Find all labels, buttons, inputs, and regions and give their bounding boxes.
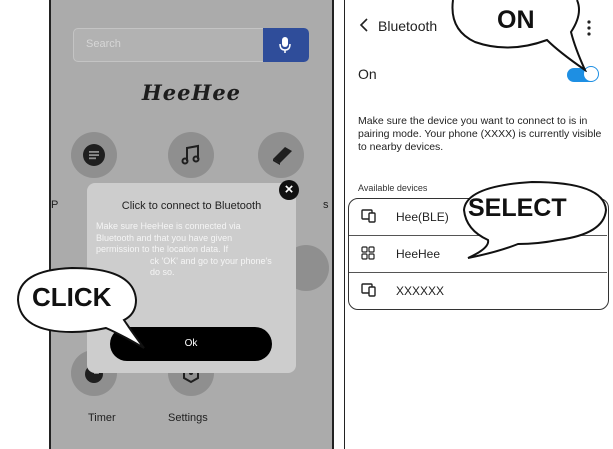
music-note-icon xyxy=(181,144,200,165)
phone-device-icon xyxy=(361,209,376,223)
menu-label-settings: Settings xyxy=(168,412,208,424)
on-callout-text: ON xyxy=(497,6,535,34)
search-input[interactable]: Search xyxy=(86,38,121,50)
stories-app-button[interactable] xyxy=(258,132,304,178)
device-name: XXXXXX xyxy=(396,284,445,298)
search-bar[interactable]: Search xyxy=(73,28,309,62)
left-phone-screen: Search HeeHee P s Timer Settings Click t… xyxy=(49,0,334,449)
brand-logo: HeeHee xyxy=(141,80,242,105)
dialog-line: permission to the location data. If xyxy=(96,244,229,254)
microphone-icon xyxy=(279,37,291,53)
back-chevron-icon[interactable] xyxy=(359,17,369,33)
click-callout-text: CLICK xyxy=(32,282,112,312)
close-icon: × xyxy=(284,181,294,198)
grid-device-icon xyxy=(361,246,375,260)
device-name: Hee(BLE) xyxy=(396,210,449,224)
device-name: HeeHee xyxy=(396,247,441,261)
available-devices-label: Available devices xyxy=(358,183,428,193)
music-app-button[interactable] xyxy=(168,132,214,178)
phone-device-icon xyxy=(361,283,376,297)
chat-icon xyxy=(83,144,105,166)
menu-label-p: P xyxy=(51,199,59,211)
chat-app-button[interactable] xyxy=(71,132,117,178)
device-row-xxxxxx[interactable]: XXXXXX xyxy=(349,273,607,309)
dialog-close-button[interactable]: × xyxy=(279,180,299,200)
dialog-line: Bluetooth and that you have given xyxy=(96,232,233,243)
dialog-title: Click to connect to Bluetooth xyxy=(121,200,262,212)
mic-button[interactable] xyxy=(263,28,309,62)
bluetooth-toggle-label: On xyxy=(358,66,377,82)
menu-label-timer: Timer xyxy=(88,412,116,424)
book-icon xyxy=(273,147,292,165)
pairing-info-text: Make sure the device you want to connect… xyxy=(358,115,602,153)
menu-label-s: s xyxy=(323,199,329,211)
select-callout-text: SELECT xyxy=(468,194,567,222)
dialog-line: Make sure HeeHee is connected via xyxy=(96,221,241,231)
page-title: Bluetooth xyxy=(378,18,438,34)
